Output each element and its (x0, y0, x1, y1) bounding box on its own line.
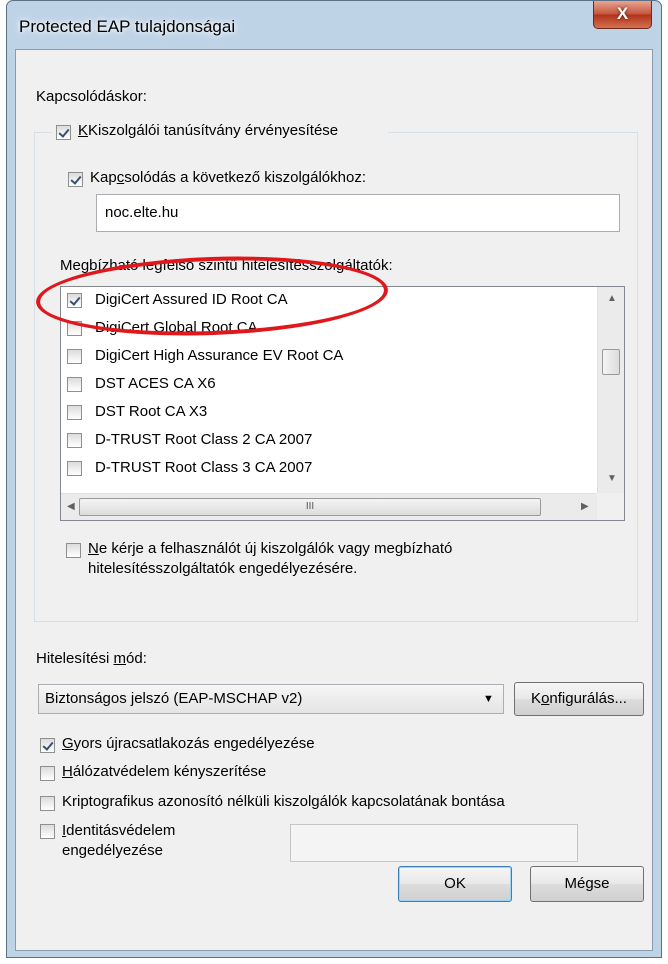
no-prompt-line1: e kérje a felhasználót új kiszolgálók va… (98, 540, 453, 557)
list-item[interactable]: DST Root CA X3 (61, 399, 601, 427)
nap-label: Hálózatvédelem kényszerítése (62, 763, 266, 780)
ca-name: DigiCert High Assurance EV Root CA (95, 347, 344, 364)
configure-label-pre: K (531, 690, 542, 707)
vertical-scrollbar[interactable]: ▲ ▼ (597, 287, 624, 493)
fast-reconnect-checkbox[interactable] (40, 738, 55, 753)
ca-checkbox[interactable] (67, 405, 82, 420)
close-button[interactable]: X (593, 1, 652, 29)
auth-method-select[interactable]: Biztonságos jelszó (EAP-MSCHAP v2) ▼ (38, 684, 504, 714)
ca-checkbox[interactable] (67, 433, 82, 448)
list-item[interactable]: DigiCert Global Root CA (61, 315, 601, 343)
chevron-down-icon[interactable]: ▼ (483, 693, 494, 705)
no-prompt-line2: hitelesítésszolgáltatók engedélyezésére. (88, 560, 358, 577)
scrollbar-corner (597, 493, 624, 520)
configure-label-post: nfigurálás... (549, 690, 627, 707)
auth-method-label: Hitelesítési mód: (36, 650, 147, 667)
identity-privacy-checkbox[interactable] (40, 824, 55, 839)
vertical-scroll-thumb[interactable] (602, 349, 620, 375)
ca-name: DST ACES CA X6 (95, 375, 216, 392)
list-item[interactable]: D-TRUST Root Class 3 CA 2007 (61, 455, 601, 483)
scroll-up-icon[interactable]: ▲ (607, 293, 617, 304)
server-names-input[interactable]: noc.elte.hu (96, 194, 620, 232)
nap-checkbox[interactable] (40, 766, 55, 781)
connect-servers-label: Kapcsolódás a következő kiszolgálókhoz: (90, 169, 366, 186)
fast-reconnect-text: yors újracsatlakozás engedélyezése (73, 735, 315, 752)
cancel-button[interactable]: Mégse (530, 866, 644, 902)
trusted-ca-label: Megbízható legfelső szintű hitelesítéssz… (60, 257, 393, 274)
validate-cert-label-text: Kiszolgálói tanúsítvány érvényesítése (88, 122, 339, 139)
crypto-binding-label: Kriptografikus azonosító nélküli kiszolg… (62, 793, 505, 810)
horizontal-scroll-thumb[interactable]: III (79, 498, 541, 516)
ca-name: DigiCert Global Root CA (95, 319, 258, 336)
connect-heading: Kapcsolódáskor: (36, 88, 147, 105)
list-item[interactable]: DST ACES CA X6 (61, 371, 601, 399)
ok-button[interactable]: OK (398, 866, 512, 902)
window-title: Protected EAP tulajdonságai (19, 17, 236, 36)
ca-checkbox[interactable] (67, 293, 82, 308)
auth-label-post: ód: (126, 650, 147, 667)
list-item[interactable]: D-TRUST Root Class 2 CA 2007 (61, 427, 601, 455)
crypto-binding-checkbox[interactable] (40, 796, 55, 811)
nap-text: álózatvédelem kényszerítése (72, 763, 267, 780)
scroll-down-icon[interactable]: ▼ (607, 473, 617, 484)
ca-checkbox[interactable] (67, 377, 82, 392)
ca-name: DST Root CA X3 (95, 403, 208, 420)
dialog-client-area: Kapcsolódáskor: KKiszolgálói tanúsítvány… (15, 49, 653, 951)
list-item[interactable]: DigiCert Assured ID Root CA (61, 287, 601, 315)
identity-line1: dentitásvédelem (66, 822, 176, 839)
nap-access: H (62, 763, 73, 780)
fast-reconnect-label: Gyors újracsatlakozás engedélyezése (62, 735, 315, 752)
connect-servers-checkbox[interactable] (68, 172, 83, 187)
trusted-ca-list[interactable]: DigiCert Assured ID Root CA DigiCert Glo… (60, 286, 625, 521)
validate-cert-checkbox[interactable] (56, 125, 71, 140)
scroll-right-icon[interactable]: ▶ (581, 501, 589, 512)
validate-cert-label: KKiszolgálói tanúsítvány érvényesítése (78, 122, 339, 139)
identity-input[interactable] (290, 824, 578, 862)
auth-method-value: Biztonságos jelszó (EAP-MSCHAP v2) (45, 690, 303, 707)
no-prompt-label: Ne kérje a felhasználót új kiszolgálók v… (88, 539, 452, 579)
identity-line2: engedélyezése (62, 842, 163, 859)
title-bar[interactable]: Protected EAP tulajdonságai X (7, 1, 661, 49)
list-item[interactable]: DigiCert High Assurance EV Root CA (61, 343, 601, 371)
fast-reconnect-access: G (62, 735, 74, 752)
no-prompt-access: N (88, 540, 99, 557)
auth-label-pre: Hitelesítési (36, 650, 114, 667)
ca-checkbox[interactable] (67, 321, 82, 336)
ca-checkbox[interactable] (67, 349, 82, 364)
connect-servers-label-post: solódás a következő kiszolgálókhoz: (124, 169, 367, 186)
configure-button[interactable]: Konfigurálás... (514, 682, 644, 716)
scroll-left-icon[interactable]: ◀ (67, 501, 75, 512)
no-prompt-checkbox[interactable] (66, 543, 81, 558)
connect-servers-label-pre: Kap (90, 169, 117, 186)
ca-checkbox[interactable] (67, 461, 82, 476)
ca-name: D-TRUST Root Class 3 CA 2007 (95, 459, 313, 476)
identity-privacy-label: Identitásvédelem engedélyezése (62, 821, 175, 861)
ca-name: D-TRUST Root Class 2 CA 2007 (95, 431, 313, 448)
ca-name: DigiCert Assured ID Root CA (95, 291, 288, 308)
dialog-window: Protected EAP tulajdonságai X Kapcsolódá… (6, 0, 662, 958)
auth-label-access: m (113, 650, 127, 667)
horizontal-scrollbar[interactable]: ◀ III ▶ (61, 493, 597, 520)
